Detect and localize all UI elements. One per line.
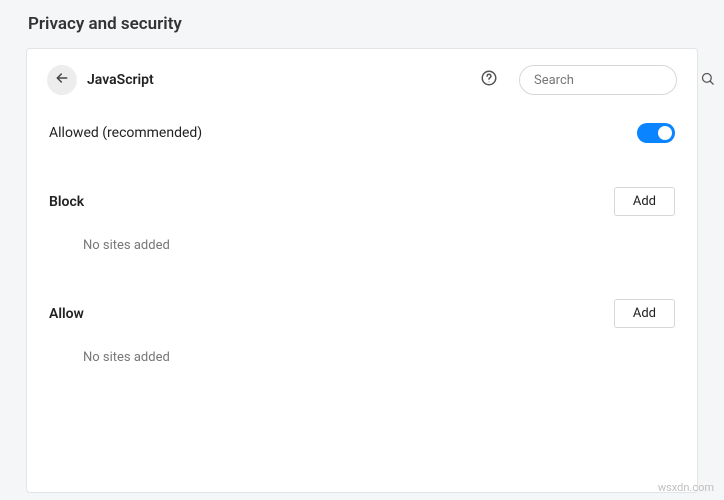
help-button[interactable]	[475, 66, 503, 94]
block-section-header: Block Add	[47, 187, 677, 216]
allow-empty-text: No sites added	[47, 350, 677, 365]
help-icon	[480, 69, 498, 91]
watermark: wsxdn.com	[658, 481, 714, 494]
page-title: Privacy and security	[0, 0, 724, 48]
allowed-toggle[interactable]	[637, 123, 675, 143]
allowed-label: Allowed (recommended)	[49, 125, 202, 141]
arrow-left-icon	[54, 70, 70, 90]
search-input[interactable]	[534, 73, 700, 88]
allow-title: Allow	[49, 306, 84, 322]
allowed-row: Allowed (recommended)	[47, 123, 677, 143]
block-add-button[interactable]: Add	[614, 187, 675, 216]
panel-header: JavaScript	[47, 65, 677, 95]
settings-panel: JavaScript Allowed (recommended) Block A…	[26, 48, 698, 493]
block-empty-text: No sites added	[47, 238, 677, 253]
allow-section-header: Allow Add	[47, 299, 677, 328]
toggle-knob	[658, 126, 672, 140]
search-icon	[700, 71, 715, 90]
search-field[interactable]	[519, 65, 677, 95]
allow-add-button[interactable]: Add	[614, 299, 675, 328]
block-title: Block	[49, 194, 84, 210]
panel-title: JavaScript	[87, 72, 154, 88]
back-button[interactable]	[47, 65, 77, 95]
